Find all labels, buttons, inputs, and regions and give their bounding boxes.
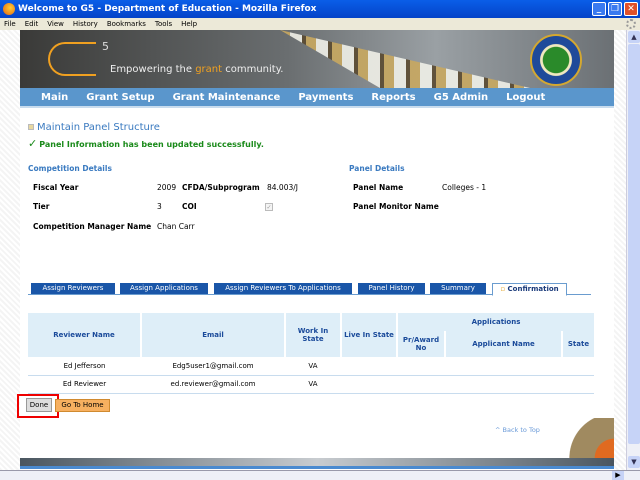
competition-details-heading: Competition Details bbox=[28, 164, 112, 173]
page: 5 Empowering the grant community. Main G… bbox=[17, 30, 614, 470]
manager-label: Competition Manager Name bbox=[33, 222, 152, 231]
menu-tools[interactable]: Tools bbox=[155, 18, 172, 30]
scroll-down-button[interactable]: ▼ bbox=[628, 456, 640, 468]
g5-logo-five: 5 bbox=[102, 40, 109, 53]
tab-summary[interactable]: Summary bbox=[430, 283, 486, 294]
go-to-home-button[interactable]: Go To Home bbox=[55, 399, 110, 412]
tagline: Empowering the grant community. bbox=[110, 64, 284, 75]
manager-value: Chan Carr bbox=[157, 222, 195, 231]
nav-grant-maintenance[interactable]: Grant Maintenance bbox=[173, 88, 281, 106]
nav-g5-admin[interactable]: G5 Admin bbox=[434, 88, 489, 106]
col-state: State bbox=[561, 331, 594, 357]
department-seal-logo bbox=[530, 34, 582, 86]
window-title: Welcome to G5 - Department of Education … bbox=[18, 4, 317, 14]
col-reviewer-name: Reviewer Name bbox=[28, 313, 141, 357]
close-button[interactable]: ✕ bbox=[624, 2, 638, 16]
tab-assign-reviewers-to-applications[interactable]: Assign Reviewers To Applications bbox=[214, 283, 352, 294]
vertical-scrollbar[interactable]: ▲ ▼ bbox=[626, 30, 640, 470]
table-row: Ed Reviewer ed.reviewer@gmail.com VA bbox=[28, 375, 594, 394]
panel-details-heading: Panel Details bbox=[349, 164, 405, 173]
fiscal-year-label: Fiscal Year bbox=[33, 183, 79, 192]
menu-help[interactable]: Help bbox=[181, 18, 197, 30]
window-title-bar: Welcome to G5 - Department of Education … bbox=[0, 0, 640, 18]
nav-logout[interactable]: Logout bbox=[506, 88, 545, 106]
panel-name-label: Panel Name bbox=[353, 183, 404, 192]
minimize-button[interactable]: _ bbox=[592, 2, 606, 16]
firefox-icon bbox=[3, 3, 15, 15]
col-work-in-state: Work In State bbox=[284, 313, 341, 357]
col-pr-award-no: Pr/Award No bbox=[396, 331, 445, 357]
cfda-label: CFDA/Subprogram bbox=[182, 183, 260, 192]
banner: 5 Empowering the grant community. bbox=[20, 30, 614, 88]
tab-confirmation[interactable]: ▫ Confirmation bbox=[492, 283, 567, 296]
reviewers-table: Reviewer Name Email Work In State Live I… bbox=[28, 313, 594, 394]
menu-edit[interactable]: Edit bbox=[25, 18, 39, 30]
menu-bookmarks[interactable]: Bookmarks bbox=[107, 18, 146, 30]
tier-label: Tier bbox=[33, 202, 50, 211]
coi-checkbox[interactable]: ✓ bbox=[265, 203, 273, 211]
back-to-top-link[interactable]: ^ Back to Top bbox=[495, 426, 540, 434]
nav-payments[interactable]: Payments bbox=[298, 88, 353, 106]
restore-button[interactable]: ❐ bbox=[608, 2, 622, 16]
menu-bar: File Edit View History Bookmarks Tools H… bbox=[0, 18, 640, 30]
scroll-up-button[interactable]: ▲ bbox=[628, 31, 640, 43]
tab-panel-history[interactable]: Panel History bbox=[358, 283, 425, 294]
table-row: Ed Jefferson Edg5user1@gmail.com VA bbox=[28, 357, 594, 376]
tab-assign-applications[interactable]: Assign Applications bbox=[120, 283, 208, 294]
g5-logo bbox=[48, 42, 96, 76]
col-email: Email bbox=[140, 313, 285, 357]
page-viewport: 5 Empowering the grant community. Main G… bbox=[0, 30, 626, 470]
nav-grant-setup[interactable]: Grant Setup bbox=[86, 88, 154, 106]
col-live-in-state: Live In State bbox=[340, 313, 397, 357]
nav-main[interactable]: Main bbox=[41, 88, 68, 106]
col-applicant-name: Applicant Name bbox=[444, 331, 562, 357]
tier-value: 3 bbox=[157, 202, 162, 211]
cfda-value: 84.003/J bbox=[267, 183, 298, 192]
banner-books-image bbox=[280, 30, 530, 88]
scroll-thumb[interactable] bbox=[628, 44, 640, 444]
tab-bar: Assign Reviewers Assign Applications Ass… bbox=[28, 283, 591, 296]
page-title: Maintain Panel Structure bbox=[28, 122, 160, 133]
horizontal-scrollbar[interactable]: ▶ bbox=[0, 470, 640, 480]
done-button[interactable]: Done bbox=[26, 398, 52, 412]
menu-view[interactable]: View bbox=[47, 18, 64, 30]
success-message: ✓ Panel Information has been updated succ… bbox=[28, 137, 264, 150]
footer-line bbox=[20, 466, 614, 469]
nav-reports[interactable]: Reports bbox=[371, 88, 415, 106]
main-nav: Main Grant Setup Grant Maintenance Payme… bbox=[20, 88, 614, 108]
bullet-icon bbox=[28, 124, 34, 130]
footer-chairs-image bbox=[565, 418, 614, 458]
panel-name-value: Colleges - 1 bbox=[442, 183, 487, 192]
footer-strip bbox=[20, 458, 614, 466]
fiscal-year-value: 2009 bbox=[157, 183, 177, 192]
coi-label: COI bbox=[182, 202, 197, 211]
col-applications: Applications bbox=[396, 313, 594, 331]
menu-file[interactable]: File bbox=[4, 18, 16, 30]
check-icon: ✓ bbox=[28, 137, 38, 150]
throbber-icon bbox=[626, 19, 636, 29]
panel-monitor-label: Panel Monitor Name bbox=[353, 202, 439, 211]
scroll-right-button[interactable]: ▶ bbox=[612, 471, 624, 480]
menu-history[interactable]: History bbox=[73, 18, 98, 30]
tab-assign-reviewers[interactable]: Assign Reviewers bbox=[31, 283, 115, 294]
